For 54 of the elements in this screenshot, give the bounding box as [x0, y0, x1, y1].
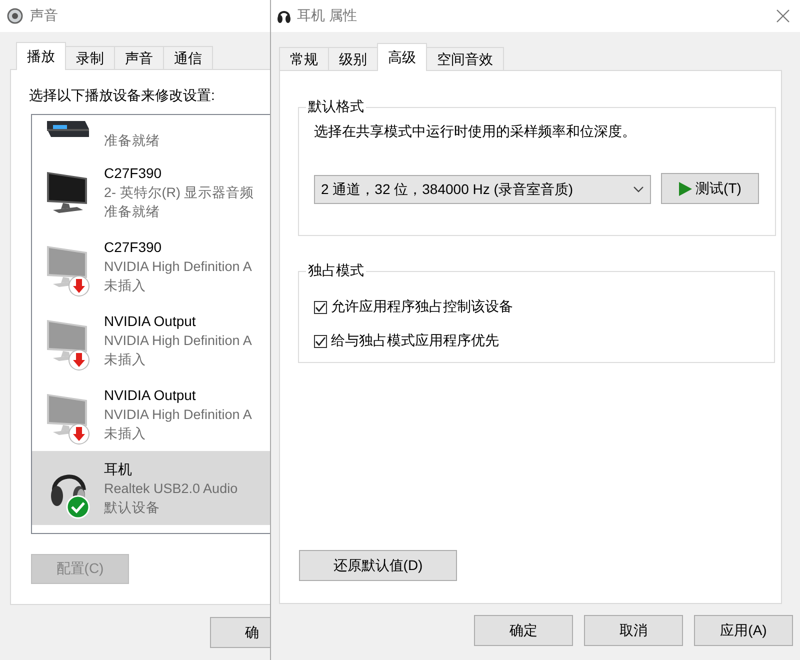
tab[interactable]: 通信 [163, 46, 213, 70]
tab[interactable]: 播放 [16, 42, 66, 70]
device-description: NVIDIA High Definition A [104, 332, 252, 350]
window-title: 声音 [30, 7, 58, 25]
tab[interactable]: 空间音效 [426, 47, 504, 71]
test-button[interactable]: 测试(T) [661, 173, 759, 204]
dialog-button[interactable]: 确定 [474, 615, 573, 646]
tab[interactable]: 高级 [377, 43, 427, 71]
device-status: 未插入 [104, 350, 147, 368]
restore-defaults-button[interactable]: 还原默认值(D) [299, 550, 457, 581]
receiver-icon [45, 119, 91, 139]
checkbox[interactable] [314, 334, 327, 348]
device-name: C27F390 [104, 238, 163, 256]
device-item[interactable]: NVIDIA Output NVIDIA High Definition A 未插入 [32, 303, 270, 377]
device-description: Realtek USB2.0 Audio [104, 480, 238, 498]
window-title: 耳机 属性 [297, 7, 357, 25]
unplugged-badge-icon [68, 275, 90, 297]
device-status: 未插入 [104, 424, 147, 442]
checkbox-label: 给与独占模式应用程序优先 [331, 332, 499, 350]
dialog-button[interactable]: 应用(A) [694, 615, 793, 646]
device-name: NVIDIA Output [104, 386, 197, 404]
device-item[interactable]: 耳机 Realtek USB2.0 Audio 默认设备 [32, 451, 270, 525]
instruction-text: 选择以下播放设备来修改设置: [29, 87, 216, 105]
device-status: 准备就绪 [104, 202, 161, 220]
close-icon[interactable] [776, 9, 790, 23]
speaker-icon [6, 7, 24, 25]
device-item[interactable]: 准备就绪 [32, 115, 270, 155]
chevron-down-icon [633, 186, 644, 193]
play-icon [678, 182, 692, 196]
device-name: C27F390 [104, 164, 163, 182]
device-item[interactable]: NVIDIA Output NVIDIA High Definition A 未插入 [32, 377, 270, 451]
device-description: NVIDIA High Definition A [104, 406, 252, 424]
device-item[interactable]: C27F390 NVIDIA High Definition A 未插入 [32, 229, 270, 303]
dialog-button[interactable]: 取消 [584, 615, 683, 646]
headphones-icon [277, 8, 291, 24]
group-label: 默认格式 [307, 98, 365, 116]
checkbox[interactable] [314, 300, 327, 314]
tab[interactable]: 常规 [279, 47, 329, 71]
device-item[interactable]: C27F390 2- 英特尔(R) 显示器音频 准备就绪 [32, 155, 270, 229]
unplugged-badge-icon [68, 423, 90, 445]
unplugged-badge-icon [68, 349, 90, 371]
checkbox-label: 允许应用程序独占控制该设备 [331, 298, 513, 316]
device-description: 2- 英特尔(R) 显示器音频 [104, 184, 254, 202]
default-check-icon [66, 495, 90, 519]
device-status: 未插入 [104, 276, 147, 294]
group-label: 独占模式 [307, 262, 365, 280]
device-name: 耳机 [104, 460, 133, 478]
device-status: 准备就绪 [104, 132, 160, 150]
device-status: 默认设备 [104, 498, 161, 516]
format-description: 选择在共享模式中运行时使用的采样频率和位深度。 [314, 123, 637, 141]
ok-button[interactable]: 确 [210, 617, 270, 648]
device-description: NVIDIA High Definition A [104, 258, 252, 276]
format-dropdown[interactable]: 2 通道，32 位，384000 Hz (录音室音质) [314, 175, 651, 204]
device-name: NVIDIA Output [104, 312, 197, 330]
